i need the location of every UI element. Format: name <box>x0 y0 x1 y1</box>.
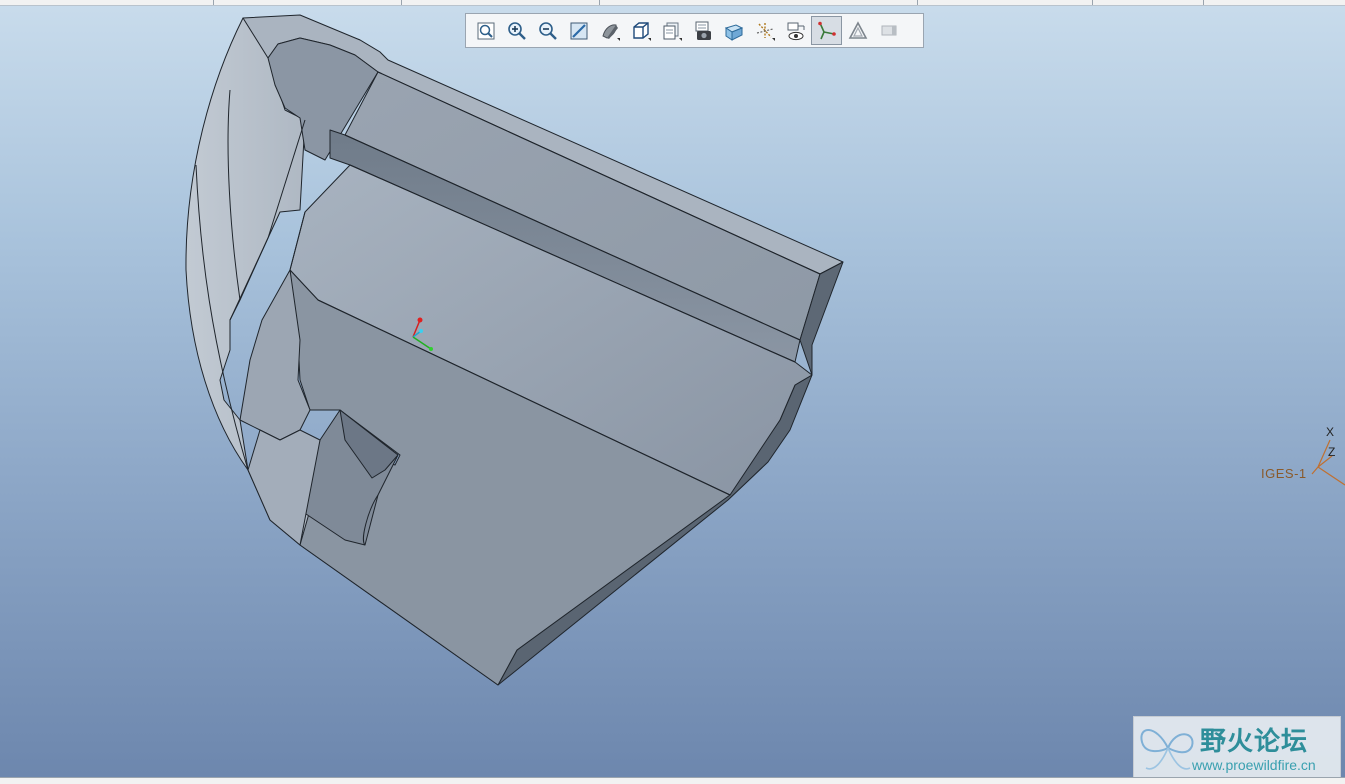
cube-views-icon <box>632 21 651 41</box>
watermark-url: www.proewildfire.cn <box>1192 757 1316 773</box>
bottom-panel-edge <box>0 777 1345 784</box>
repaint-button[interactable] <box>563 16 594 45</box>
model-body <box>185 14 844 686</box>
zoom-out-icon <box>538 21 557 40</box>
model-view[interactable] <box>0 0 1345 784</box>
view-manager-button[interactable] <box>687 16 718 45</box>
spin-center-button[interactable] <box>842 16 873 45</box>
forum-watermark: 野火论坛 www.proewildfire.cn <box>1133 716 1341 778</box>
repaint-icon <box>570 22 587 39</box>
layers-icon <box>663 22 682 41</box>
graphics-toolbar <box>465 13 924 48</box>
csys-display-button[interactable] <box>811 16 842 45</box>
camera-view-manager-icon <box>695 21 711 40</box>
perspective-button[interactable] <box>718 16 749 45</box>
annotation-eye-icon <box>787 22 804 40</box>
refit-button[interactable] <box>470 16 501 45</box>
shaded-sphere-icon <box>601 23 620 41</box>
datum-display-button[interactable] <box>749 16 780 45</box>
zoom-fit-icon <box>477 22 494 39</box>
butterfly-logo-icon <box>1140 729 1194 770</box>
datum-display-icon <box>756 22 775 41</box>
csys-x-label: X <box>1326 425 1335 439</box>
annotation-display-button[interactable] <box>780 16 811 45</box>
coordinate-system-icon <box>817 21 836 39</box>
perspective-cube-icon <box>724 23 743 41</box>
watermark-title: 野火论坛 <box>1200 727 1309 757</box>
graphics-viewport[interactable]: X Z IGES-1 野火论坛 www.proewildfire.cn <box>0 0 1345 784</box>
zoom-in-icon <box>507 21 526 40</box>
shade-off-button <box>873 16 904 45</box>
display-style-button[interactable] <box>594 16 625 45</box>
zoom-out-button[interactable] <box>532 16 563 45</box>
spin-center-icon <box>848 20 867 39</box>
shade-off-icon <box>881 25 896 35</box>
saved-views-button[interactable] <box>625 16 656 45</box>
layers-button[interactable] <box>656 16 687 45</box>
csys-z-label: Z <box>1328 445 1336 459</box>
csys-name-label[interactable]: IGES-1 <box>1261 466 1307 481</box>
zoom-in-button[interactable] <box>501 16 532 45</box>
